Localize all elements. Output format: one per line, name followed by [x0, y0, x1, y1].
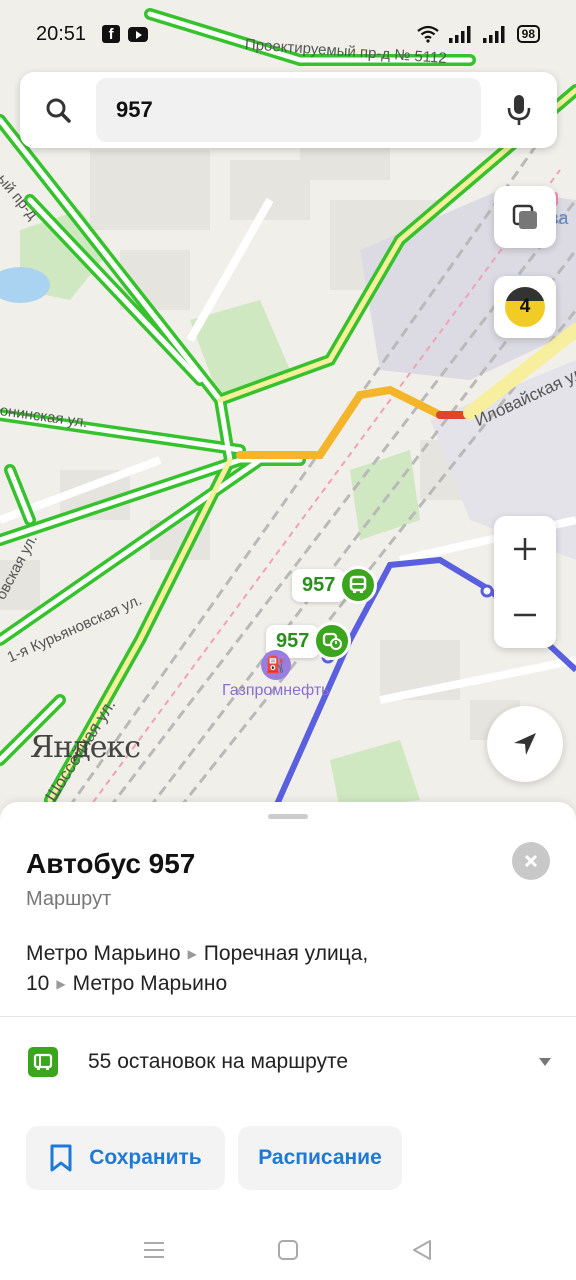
- search-input[interactable]: [96, 78, 481, 142]
- yandex-logo: Яндекс: [30, 730, 141, 765]
- divider: [0, 1016, 576, 1017]
- gas-station-icon: ⛽: [260, 650, 291, 680]
- menu-icon[interactable]: [143, 1240, 165, 1260]
- stops-count-label: 55 остановок на маршруте: [88, 1050, 349, 1073]
- back-icon[interactable]: [411, 1239, 433, 1261]
- battery-indicator: 98: [516, 25, 540, 43]
- arrow-right-icon: ▶: [187, 947, 197, 961]
- chevron-down-icon: [539, 1058, 551, 1066]
- sheet-grabber[interactable]: [268, 814, 308, 819]
- bus-marker[interactable]: 957: [292, 566, 378, 604]
- layers-icon: [512, 204, 537, 229]
- save-button[interactable]: Сохранить: [26, 1126, 225, 1190]
- status-bar: 20:51 f 98: [0, 0, 576, 68]
- signal-icon: [482, 26, 505, 43]
- microphone-icon: [507, 95, 531, 125]
- search-icon: [46, 98, 71, 123]
- facebook-icon: f: [102, 25, 121, 43]
- schedule-button[interactable]: Расписание: [238, 1126, 402, 1190]
- traffic-button[interactable]: 4: [494, 276, 556, 338]
- youtube-icon: [128, 26, 149, 42]
- wifi-icon: [416, 25, 439, 43]
- zoom-in-button[interactable]: [494, 516, 556, 582]
- save-button-label: Сохранить: [89, 1146, 202, 1169]
- bus-icon: [313, 622, 352, 660]
- route-title: Автобус 957: [26, 848, 196, 879]
- route-bottom-sheet: Автобус 957 Маршрут Метро Марьино ▶ Поречн…: [0, 802, 576, 1220]
- traffic-level-icon: 4: [505, 287, 545, 327]
- zoom-controls: [494, 516, 556, 648]
- poi-label: Газпромнефть: [222, 682, 330, 699]
- schedule-button-label: Расписание: [258, 1146, 382, 1169]
- bus-stop-icon: [28, 1047, 58, 1077]
- navigation-arrow-icon: [514, 733, 536, 755]
- layers-button[interactable]: [494, 186, 556, 248]
- search-button[interactable]: [20, 72, 96, 148]
- poi-gas-station[interactable]: ⛽ Газпромнефть: [222, 650, 330, 700]
- minus-icon: [514, 613, 536, 617]
- close-icon: [524, 854, 538, 868]
- route-endpoints: Метро Марьино ▶ Поречная улица, 10 ▶ Метро М…: [26, 940, 426, 1000]
- stops-expander[interactable]: 55 остановок на маршруте: [0, 1032, 576, 1092]
- home-icon[interactable]: [277, 1239, 299, 1261]
- status-time: 20:51: [36, 22, 87, 45]
- bus-number: 957: [292, 568, 346, 602]
- arrow-right-icon: ▶: [56, 977, 66, 991]
- route-stop: Метро Марьино: [72, 972, 228, 995]
- bus-icon: [339, 566, 378, 604]
- bookmark-icon: [50, 1144, 72, 1172]
- plus-icon: [514, 538, 536, 560]
- route-stop: Метро Марьино: [26, 942, 181, 965]
- system-navigation-bar: [0, 1220, 576, 1280]
- route-subtitle: Маршрут: [26, 888, 112, 910]
- my-location-button[interactable]: [487, 706, 563, 782]
- voice-search-button[interactable]: [481, 72, 557, 148]
- search-bar: [20, 72, 557, 148]
- signal-icon: [448, 26, 471, 43]
- close-button[interactable]: [512, 842, 550, 880]
- zoom-out-button[interactable]: [494, 582, 556, 648]
